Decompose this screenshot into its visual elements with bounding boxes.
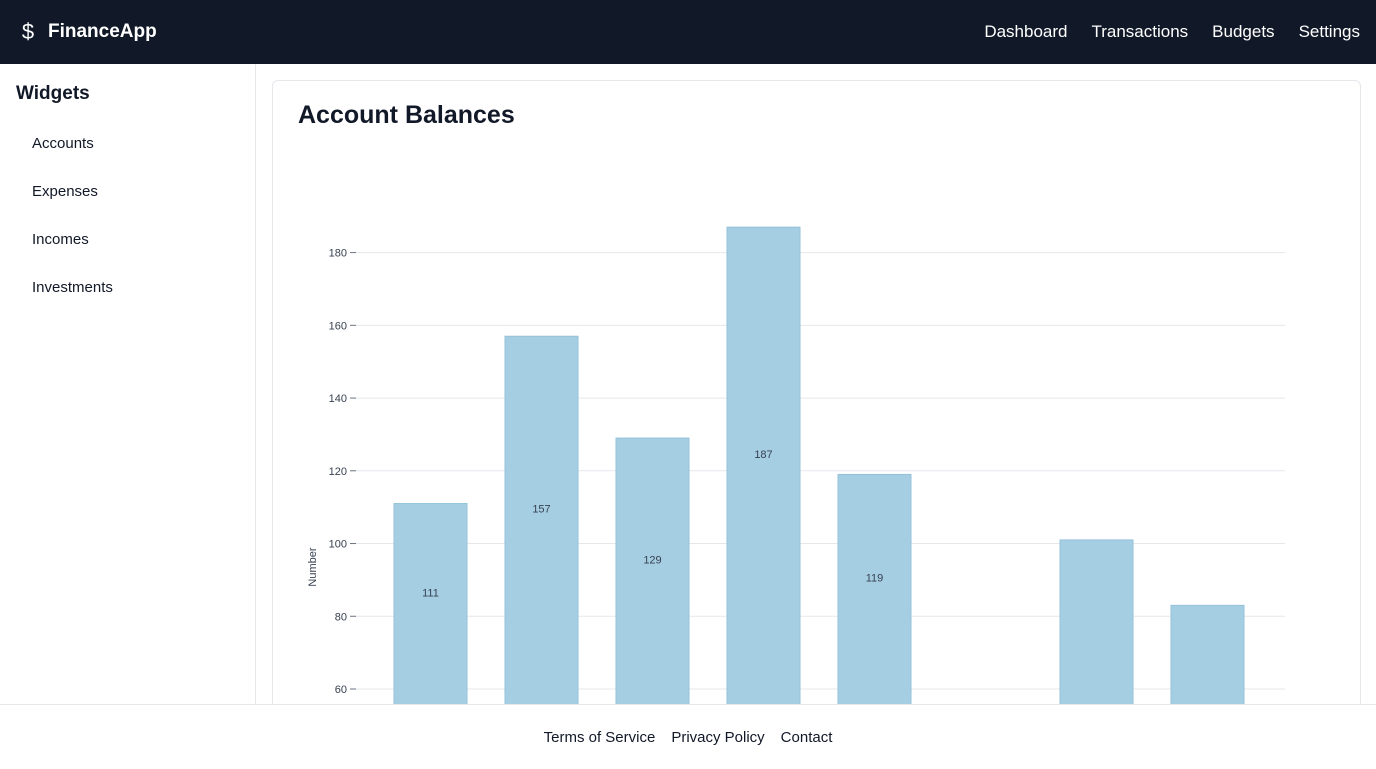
chart-card: 60 80 100 120 140 160 180 Number 111 157 129 187 119… — [272, 80, 1361, 742]
bar-value-label: 111 — [422, 587, 439, 599]
main-nav: Dashboard Transactions Budgets Settings — [960, 0, 1360, 64]
sidebar-item-incomes[interactable]: Incomes — [0, 224, 255, 272]
terms-of-service-link[interactable]: Terms of Service — [544, 729, 656, 746]
dollar-sign-icon: $ — [21, 19, 35, 44]
sidebar-item-expenses[interactable]: Expenses — [0, 176, 255, 224]
y-tick-label: 60 — [335, 684, 347, 696]
y-tick-label: 180 — [329, 248, 347, 260]
bar — [615, 437, 690, 741]
privacy-policy-link[interactable]: Privacy Policy — [671, 729, 764, 746]
footer: Terms of Service Privacy Policy Contact — [0, 704, 1376, 769]
contact-link[interactable]: Contact — [781, 729, 833, 746]
y-tick-label: 120 — [329, 466, 347, 478]
top-navbar: $ FinanceApp Dashboard Transactions Budg… — [0, 0, 1376, 64]
nav-budgets-link[interactable]: Budgets — [1212, 22, 1274, 42]
y-axis-label: Number — [307, 547, 319, 586]
sidebar: Widgets Accounts Expenses Incomes Invest… — [0, 64, 256, 704]
nav-dashboard-link[interactable]: Dashboard — [984, 22, 1067, 42]
bar-chart: 60 80 100 120 140 160 180 Number 111 157 129 187 119 — [307, 226, 1285, 741]
sidebar-title: Widgets — [16, 83, 90, 104]
app-name: FinanceApp — [48, 21, 157, 42]
bar — [504, 335, 579, 741]
sidebar-item-investments[interactable]: Investments — [0, 272, 255, 320]
y-tick-label: 160 — [329, 320, 347, 332]
bar-value-label: 119 — [866, 573, 884, 585]
sidebar-item-accounts[interactable]: Accounts — [0, 128, 255, 176]
nav-transactions-link[interactable]: Transactions — [1091, 22, 1188, 42]
y-tick-label: 140 — [329, 393, 347, 405]
nav-settings-link[interactable]: Settings — [1299, 22, 1360, 42]
bar-value-label: 157 — [532, 504, 550, 516]
y-tick-label: 100 — [329, 539, 347, 551]
chart-card-title: Account Balances — [298, 101, 515, 129]
sidebar-list: Accounts Expenses Incomes Investments — [0, 128, 255, 320]
bar — [837, 473, 912, 741]
bar-value-label: 129 — [643, 555, 661, 567]
bar — [726, 226, 801, 741]
bar-value-label: 187 — [754, 449, 772, 461]
y-tick-label: 80 — [335, 611, 347, 623]
brand[interactable]: $ FinanceApp — [16, 0, 157, 64]
